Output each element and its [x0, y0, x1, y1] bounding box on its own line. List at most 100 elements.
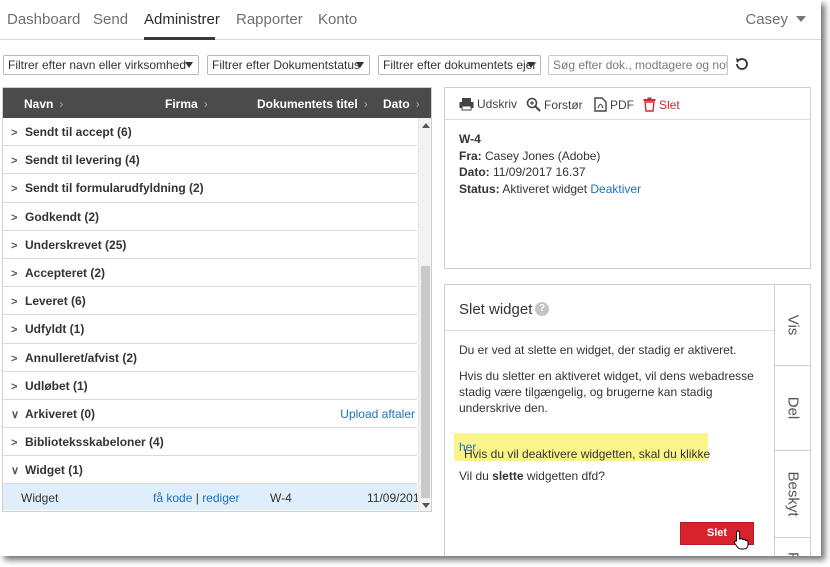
link-separator: | [195, 491, 199, 506]
chevron-right-icon: › [203, 97, 208, 111]
group-row[interactable]: > Leveret (6) [3, 287, 417, 316]
widget-row-selected[interactable]: Widget få kode | rediger W-4 11/09/2017 [3, 484, 426, 511]
nav-administrer[interactable]: Administrer [144, 11, 220, 28]
group-label: Widget (1) [25, 463, 83, 478]
group-row[interactable]: > Sendt til formularudfyldning (2) [3, 174, 417, 203]
tab-beskyt[interactable]: Beskyt [774, 450, 811, 538]
side-tabs: Vis Del Beskyt P [774, 284, 811, 556]
group-row[interactable]: > Udfyldt (1) [3, 315, 417, 344]
zoom-button[interactable]: Forstør [526, 97, 583, 112]
print-label: Udskriv [477, 97, 518, 111]
status-value: Aktiveret widget [502, 181, 588, 196]
group-label: Leveret (6) [25, 294, 86, 309]
column-dato[interactable]: Dato › [383, 97, 420, 111]
list-rows: > Sendt til accept (6) > Sendt til leverin… [3, 118, 426, 511]
group-label: Sendt til accept (6) [25, 125, 132, 139]
deactivate-hint-text: Hvis du vil deaktivere widgetten, skal d… [459, 440, 710, 461]
chevron-right-icon: > [11, 239, 18, 252]
widget-name: Widget [21, 491, 59, 506]
tab-del[interactable]: Del [774, 365, 811, 451]
detail-toolbar: Udskriv Forstør PDF Slet [445, 88, 810, 120]
filter-name-label: Filtrer efter navn eller virksomhed [8, 58, 187, 72]
group-label: Udfyldt (1) [25, 322, 85, 337]
chevron-down-icon [185, 62, 193, 68]
chevron-right-icon: > [11, 324, 18, 337]
document-list: Navn › Firma › Dokumentets titel › Dato › > S… [2, 87, 432, 512]
top-navigation: Dashboard Send Administrer Rapporter Kon… [0, 0, 821, 40]
delete-button[interactable]: Slet [643, 97, 680, 112]
zoom-icon [526, 97, 541, 112]
explanation-text: Hvis du sletter en aktiveret widget, vil… [459, 369, 754, 415]
get-code-link[interactable]: få kode [153, 491, 192, 505]
chevron-right-icon: > [11, 183, 18, 196]
user-menu[interactable]: Casey [745, 11, 806, 28]
nav-dashboard[interactable]: Dashboard [7, 11, 80, 28]
chevron-down-icon [527, 62, 535, 68]
question-pre: Vil du [459, 469, 493, 483]
tab-vis[interactable]: Vis [774, 284, 811, 366]
group-row[interactable]: > Annulleret/afvist (2) [3, 344, 417, 372]
pdf-label: PDF [610, 98, 634, 112]
printer-icon [459, 98, 474, 111]
search-input[interactable] [548, 55, 728, 75]
hint-text: Hvis du vil deaktivere widgetten, skal d… [464, 447, 711, 461]
group-row[interactable]: > Accepteret (2) [3, 259, 417, 288]
group-label: Godkendt (2) [25, 209, 99, 224]
group-row[interactable]: > Sendt til levering (4) [3, 146, 417, 175]
confirm-question: Vil du slette widgetten dfd? [459, 468, 759, 484]
refresh-icon[interactable] [734, 56, 750, 72]
column-label: Firma [165, 97, 198, 111]
column-firma[interactable]: Firma › [165, 97, 208, 111]
group-label: Sendt til levering (4) [25, 153, 140, 168]
hand-cursor-icon [733, 530, 749, 550]
group-row[interactable]: ∨ Widget (1) [3, 456, 417, 485]
chevron-right-icon: › [59, 97, 64, 111]
document-info: W-4 Fra: Casey Jones (Adobe) Dato: 11/09… [459, 131, 641, 197]
chevron-right-icon: > [11, 127, 18, 139]
group-label: Sendt til formularudfyldning (2) [25, 181, 204, 196]
list-scrollbar[interactable] [418, 118, 431, 511]
filter-name-dropdown[interactable]: Filtrer efter navn eller virksomhed [3, 55, 199, 75]
widget-doc-title: W-4 [270, 491, 292, 506]
edit-link[interactable]: rediger [202, 491, 239, 505]
filter-status-dropdown[interactable]: Filtrer efter Dokumentstatus [207, 55, 370, 75]
delete-label: Slet [659, 98, 680, 112]
upload-agreements-link[interactable]: Upload aftaler [340, 407, 415, 421]
pdf-button[interactable]: PDF [594, 97, 634, 112]
from-value: Casey Jones (Adobe) [485, 148, 601, 163]
nav-konto[interactable]: Konto [318, 11, 357, 28]
list-header: Navn › Firma › Dokumentets titel › Dato › [3, 88, 431, 118]
delete-widget-panel: Slet widget ? Du er ved at slette en wid… [444, 284, 776, 556]
chevron-down-icon: ∨ [11, 408, 20, 421]
scroll-up-arrow-icon[interactable] [422, 123, 430, 128]
chevron-down-icon [356, 62, 364, 68]
group-row[interactable]: > Udløbet (1) [3, 372, 417, 400]
group-label: Accepteret (2) [25, 265, 106, 280]
widget-links: få kode | rediger [153, 491, 240, 505]
help-icon[interactable]: ? [535, 302, 549, 316]
group-row[interactable]: ∨ Arkiveret (0) Upload aftaler [3, 400, 417, 429]
from-label: Fra: [459, 148, 482, 163]
chevron-right-icon: > [11, 380, 18, 393]
column-navn[interactable]: Navn › [24, 97, 63, 111]
scrollbar-thumb[interactable] [421, 266, 430, 498]
tab-p[interactable]: P [774, 537, 811, 556]
nav-rapporter[interactable]: Rapporter [236, 11, 303, 28]
group-row[interactable]: > Sendt til accept (6) [3, 118, 417, 147]
filter-owner-dropdown[interactable]: Filtrer efter dokumentets ejer [378, 55, 541, 75]
column-label: Navn [24, 97, 54, 111]
scroll-down-arrow-icon[interactable] [422, 503, 430, 508]
column-titel[interactable]: Dokumentets titel › [257, 97, 368, 111]
deactivate-hint: Hvis du vil deaktivere widgetten, skal d… [454, 433, 710, 461]
chevron-right-icon: > [11, 437, 18, 450]
deactivate-link[interactable]: Deaktiver [590, 182, 641, 196]
tab-label: P [784, 552, 801, 556]
group-row[interactable]: > Biblioteksskabeloner (4) [3, 428, 417, 457]
chevron-right-icon: > [11, 352, 18, 365]
group-row[interactable]: > Godkendt (2) [3, 203, 417, 231]
nav-send[interactable]: Send [93, 11, 128, 28]
tab-label: Vis [784, 314, 801, 336]
chevron-right-icon: > [11, 267, 18, 280]
print-button[interactable]: Udskriv [459, 97, 517, 111]
group-row[interactable]: > Underskrevet (25) [3, 231, 417, 259]
